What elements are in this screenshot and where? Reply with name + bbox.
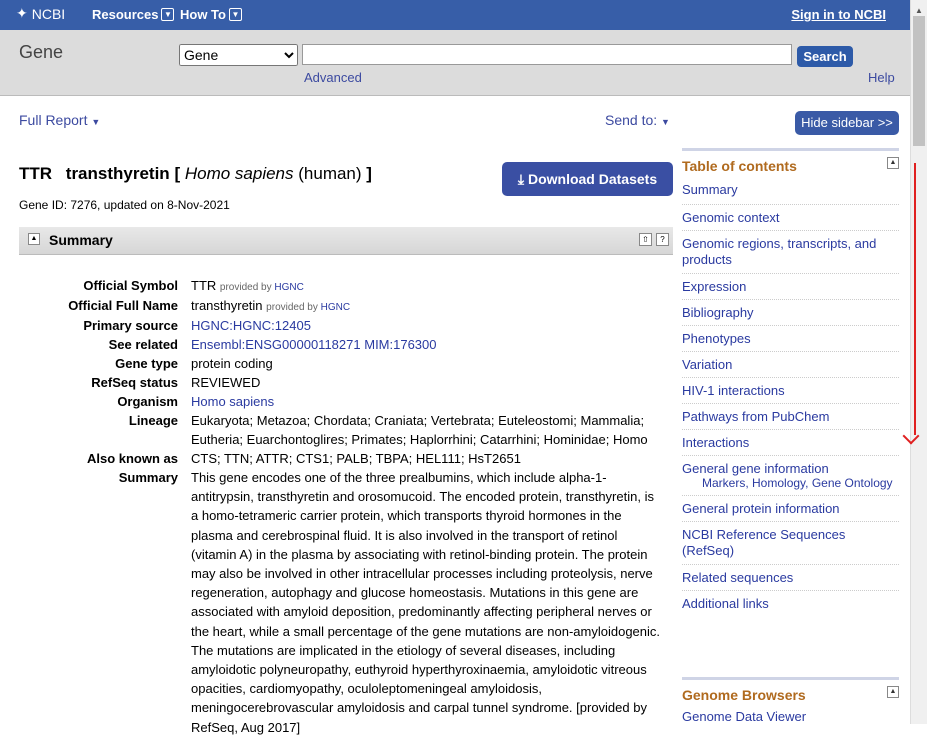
summary-text: This gene encodes one of the three preal…: [191, 470, 661, 735]
mim-link[interactable]: MIM:176300: [364, 337, 436, 352]
toc-item-variation[interactable]: Variation: [682, 352, 899, 378]
official-full-name-value: transthyretin provided by HGNC: [191, 298, 351, 313]
genome-data-viewer-link[interactable]: Genome Data Viewer: [682, 703, 899, 724]
gene-name: transthyretin: [65, 164, 170, 183]
hide-sidebar-button[interactable]: Hide sidebar >>: [795, 111, 899, 135]
chevron-down-icon: ▼: [228, 8, 242, 21]
scroll-up-icon[interactable]: ▲: [915, 6, 923, 15]
page-title: TTR transthyretin [ Homo sapiens (human)…: [19, 164, 372, 183]
toc-title: Table of contents: [682, 158, 797, 174]
refseq-status-value: REVIEWED: [191, 375, 261, 390]
refseq-status-label: RefSeq status: [91, 375, 178, 390]
toc-item-general-gene-info[interactable]: General gene information: [682, 461, 899, 476]
download-icon: ⤓: [517, 171, 525, 187]
download-datasets-button[interactable]: ⤓ Download Datasets: [502, 162, 673, 196]
hgnc-link[interactable]: HGNC: [321, 302, 350, 313]
also-known-as-label: Also known as: [86, 451, 178, 466]
summary-section-title: Summary: [49, 232, 113, 248]
help-icon[interactable]: ?: [656, 233, 669, 246]
resources-menu[interactable]: Resources ▼: [92, 7, 175, 22]
howto-menu[interactable]: How To ▼: [180, 7, 242, 22]
toc-sub-gene-ontology[interactable]: Gene Ontology: [812, 476, 893, 490]
gene-type-label: Gene type: [115, 356, 178, 371]
toc-item-genomic-regions[interactable]: Genomic regions, transcripts, and produc…: [682, 231, 899, 274]
ncbi-top-bar: ✦ NCBI Resources ▼ How To ▼ Sign in to N…: [0, 0, 910, 30]
sign-in-link[interactable]: Sign in to NCBI: [791, 7, 886, 22]
lineage-label: Lineage: [128, 413, 178, 428]
ensembl-link[interactable]: Ensembl:ENSG00000118271: [191, 337, 361, 352]
hgnc-link[interactable]: HGNC: [274, 282, 303, 293]
page-scrollbar[interactable]: ▲: [910, 0, 927, 724]
genome-browsers-panel: Genome Browsers ▲ Genome Data Viewer: [682, 677, 899, 724]
summary-section-header[interactable]: ▲ Summary ⇧ ?: [19, 227, 673, 255]
table-of-contents: Table of contents ▲ Summary Genomic cont…: [682, 148, 899, 616]
search-button[interactable]: Search: [797, 46, 853, 67]
toc-item-general-protein-info[interactable]: General protein information: [682, 496, 899, 522]
summary-label: Summary: [118, 470, 178, 485]
collapse-icon[interactable]: ▲: [28, 233, 40, 245]
database-select[interactable]: Gene: [179, 44, 298, 66]
toc-item-additional-links[interactable]: Additional links: [682, 591, 899, 616]
toc-item-related-sequences[interactable]: Related sequences: [682, 565, 899, 591]
chevron-down-icon: ▼: [161, 8, 175, 21]
toc-item-refseq[interactable]: NCBI Reference Sequences (RefSeq): [682, 522, 899, 565]
collapse-all-icon[interactable]: ⇧: [639, 233, 652, 246]
database-title: Gene: [19, 42, 64, 62]
collapse-icon[interactable]: ▲: [887, 157, 899, 169]
toc-item-summary[interactable]: Summary: [682, 174, 899, 205]
official-full-name-label: Official Full Name: [68, 298, 178, 313]
caret-down-icon: ▼: [661, 117, 670, 127]
toc-sub-homology[interactable]: Homology,: [752, 476, 808, 490]
genome-browsers-title: Genome Browsers: [682, 687, 806, 703]
lineage-value: Eukaryota; Metazoa; Chordata; Craniata; …: [191, 413, 648, 448]
toc-item-expression[interactable]: Expression: [682, 274, 899, 300]
toc-item-pathways-pubchem[interactable]: Pathways from PubChem: [682, 404, 899, 430]
see-related-label: See related: [108, 337, 178, 352]
organism-label: Organism: [117, 394, 178, 409]
caret-down-icon: ▼: [91, 117, 101, 127]
official-symbol-value: TTR provided by HGNC: [191, 278, 304, 293]
toc-item-genomic-context[interactable]: Genomic context: [682, 205, 899, 231]
full-report-dropdown[interactable]: Full Report ▼: [19, 112, 100, 128]
primary-source-label: Primary source: [83, 318, 178, 333]
primary-source-link[interactable]: HGNC:HGNC:12405: [191, 318, 311, 333]
toc-item-phenotypes[interactable]: Phenotypes: [682, 326, 899, 352]
toc-sub-markers[interactable]: Markers,: [702, 476, 749, 490]
ncbi-logo-icon: ✦: [16, 5, 28, 21]
gene-type-value: protein coding: [191, 356, 273, 371]
official-symbol-label: Official Symbol: [83, 278, 178, 293]
toc-item-bibliography[interactable]: Bibliography: [682, 300, 899, 326]
search-input[interactable]: [302, 44, 792, 65]
scrollbar-thumb[interactable]: [913, 16, 925, 146]
gene-id-line: Gene ID: 7276, updated on 8-Nov-2021: [19, 198, 230, 212]
collapse-icon[interactable]: ▲: [887, 686, 899, 698]
advanced-search-link[interactable]: Advanced: [304, 70, 362, 85]
send-to-dropdown[interactable]: Send to: ▼: [605, 112, 670, 128]
annotation-arrow-line: [914, 163, 916, 435]
gene-symbol: TTR: [19, 164, 53, 183]
also-known-as-value: CTS; TTN; ATTR; CTS1; PALB; TBPA; HEL111…: [191, 451, 521, 466]
help-link[interactable]: Help: [868, 70, 895, 85]
organism-name: Homo sapiens: [184, 164, 294, 183]
toc-item-hiv1-interactions[interactable]: HIV-1 interactions: [682, 378, 899, 404]
ncbi-logo[interactable]: ✦ NCBI: [16, 5, 65, 22]
toc-item-interactions[interactable]: Interactions: [682, 430, 899, 456]
organism-link[interactable]: Homo sapiens: [191, 394, 274, 409]
search-bar: Gene Gene Search Advanced Help: [0, 30, 910, 96]
